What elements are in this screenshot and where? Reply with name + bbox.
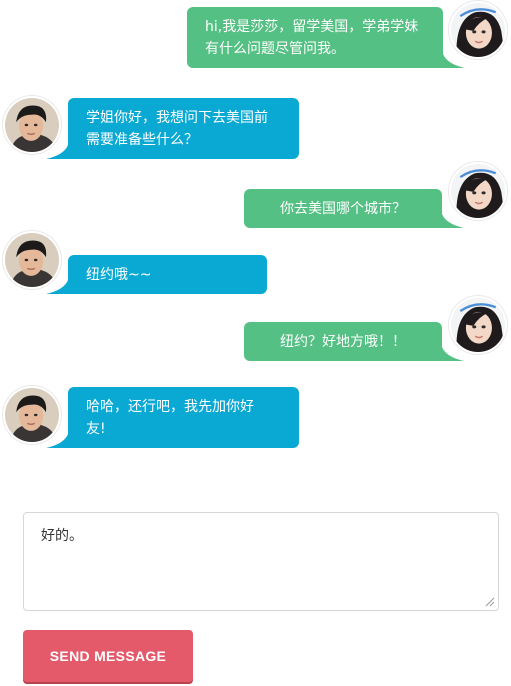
male-avatar-icon xyxy=(5,233,59,287)
bubble-tail xyxy=(46,434,76,448)
female-avatar-icon xyxy=(451,298,505,352)
female-avatar-icon xyxy=(451,3,505,57)
send-message-button[interactable]: SEND MESSAGE xyxy=(23,630,193,682)
female-avatar-icon xyxy=(451,164,505,218)
chat-bubble-received: 学姐你好，我想问下去美国前 需要准备些什么？ xyxy=(46,98,299,159)
female-avatar[interactable] xyxy=(449,162,507,220)
female-avatar[interactable] xyxy=(449,1,507,59)
message-line: 纽约哦~~ xyxy=(86,266,152,283)
bubble-tail xyxy=(435,54,465,68)
message-line: hi,我是莎莎，留学美国，学弟学妹 xyxy=(205,18,419,35)
female-avatar[interactable] xyxy=(449,296,507,354)
message-line: 学姐你好，我想问下去美国前 xyxy=(86,109,268,126)
male-avatar-icon xyxy=(5,98,59,152)
bubble-tail xyxy=(46,280,76,294)
message-text: 学姐你好，我想问下去美国前 需要准备些什么？ xyxy=(86,107,268,151)
chat-bubble-sent: 你去美国哪个城市？ xyxy=(244,189,464,228)
chat-bubble-sent: 纽约？好地方哦！！ xyxy=(244,322,464,361)
chat-page: hi,我是莎莎，留学美国，学弟学妹 有什么问题尽管问我。 学姐你好，我想问下去美… xyxy=(0,0,511,686)
message-line: 你去美国哪个城市？ xyxy=(280,200,406,217)
chat-bubble-received: 纽约哦~~ xyxy=(46,255,267,294)
message-input[interactable]: 好的。 xyxy=(23,512,499,611)
message-text: 哈哈，还行吧，我先加你好 友! xyxy=(86,396,254,440)
message-line: 哈哈，还行吧，我先加你好 xyxy=(86,398,254,415)
resize-grip-icon[interactable] xyxy=(485,597,495,607)
message-line: 需要准备些什么？ xyxy=(86,131,198,148)
message-line: 纽约？好地方哦！！ xyxy=(280,333,406,350)
message-input-value: 好的。 xyxy=(41,528,83,544)
bubble-tail xyxy=(46,145,76,159)
message-line: 友! xyxy=(86,420,106,437)
bubble-tail xyxy=(434,214,464,228)
message-line: 有什么问题尽管问我。 xyxy=(205,40,345,57)
chat-bubble-sent: hi,我是莎莎，留学美国，学弟学妹 有什么问题尽管问我。 xyxy=(187,7,465,68)
bubble-tail xyxy=(434,347,464,361)
message-text: hi,我是莎莎，留学美国，学弟学妹 有什么问题尽管问我。 xyxy=(205,16,418,60)
chat-bubble-received: 哈哈，还行吧，我先加你好 友! xyxy=(46,387,299,448)
